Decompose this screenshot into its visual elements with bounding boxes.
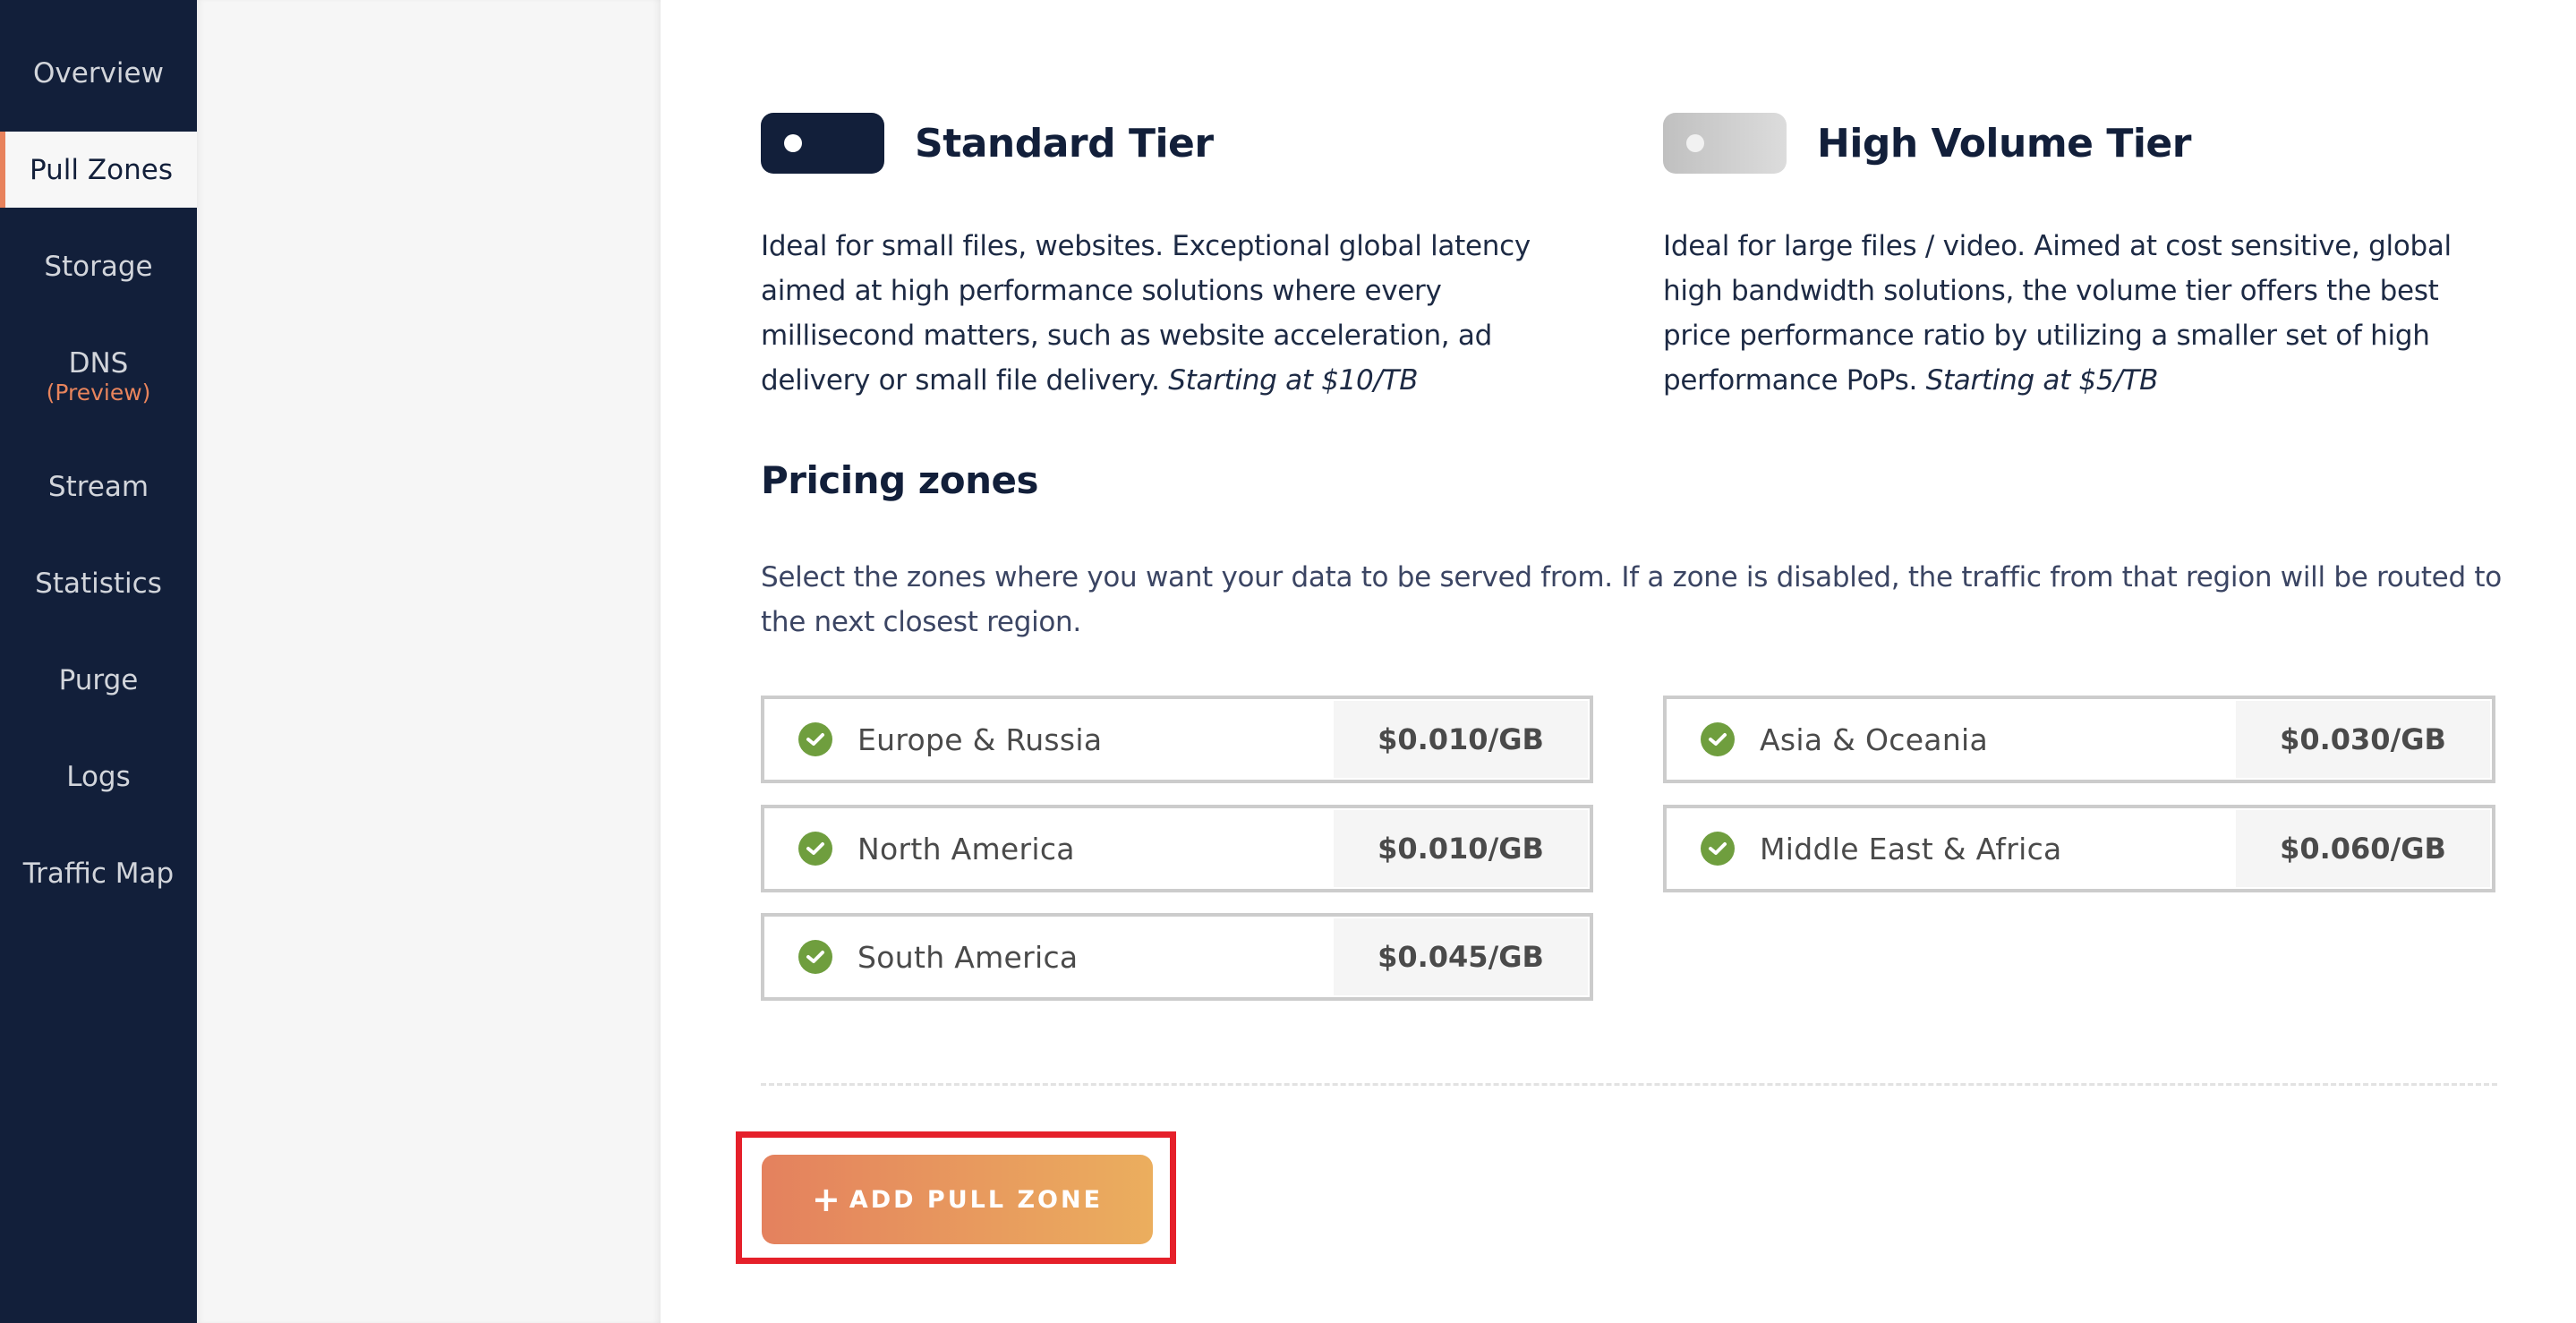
zone-asia-oceania[interactable]: Asia & Oceania $0.030/GB bbox=[1663, 696, 2495, 783]
sidebar-item-storage[interactable]: Storage bbox=[0, 229, 197, 304]
sidebar-item-purge[interactable]: Purge bbox=[0, 643, 197, 718]
sidebar-item-label: Purge bbox=[58, 664, 139, 696]
plus-icon: + bbox=[811, 1180, 840, 1219]
tier-description: Ideal for small files, websites. Excepti… bbox=[761, 230, 1531, 397]
zone-price: $0.060/GB bbox=[2236, 810, 2490, 887]
zone-name: North America bbox=[857, 831, 1075, 866]
sidebar-item-statistics[interactable]: Statistics bbox=[0, 546, 197, 621]
toggle-knob bbox=[1686, 134, 1704, 152]
side-panel bbox=[197, 0, 661, 1323]
add-pull-zone-label: ADD PULL ZONE bbox=[849, 1185, 1104, 1214]
sidebar-item-stream[interactable]: Stream bbox=[0, 449, 197, 525]
main-content: Standard Tier Ideal for small files, web… bbox=[661, 0, 2576, 1323]
tier-starting-price: Starting at $5/TB bbox=[1925, 364, 2159, 397]
sidebar-item-logs[interactable]: Logs bbox=[0, 739, 197, 815]
sidebar-nav: Overview Pull Zones Storage DNS (Preview… bbox=[0, 0, 197, 1323]
zone-middle-east-africa[interactable]: Middle East & Africa $0.060/GB bbox=[1663, 805, 2495, 892]
zone-south-america[interactable]: South America $0.045/GB bbox=[761, 913, 1593, 1001]
zone-name: South America bbox=[857, 939, 1079, 975]
zone-name: Asia & Oceania bbox=[1760, 721, 1989, 757]
check-circle-icon bbox=[798, 722, 832, 756]
sidebar-item-traffic-map[interactable]: Traffic Map bbox=[0, 836, 197, 911]
high-volume-tier-toggle[interactable] bbox=[1663, 113, 1787, 174]
check-circle-icon bbox=[798, 832, 832, 866]
tier-standard: Standard Tier Ideal for small files, web… bbox=[761, 113, 1598, 403]
zone-name: Europe & Russia bbox=[857, 721, 1103, 757]
tier-starting-price: Starting at $10/TB bbox=[1168, 364, 1419, 397]
zone-north-america[interactable]: North America $0.010/GB bbox=[761, 805, 1593, 892]
zone-price: $0.010/GB bbox=[1334, 701, 1588, 778]
sidebar-item-label: Statistics bbox=[35, 568, 162, 600]
sidebar-item-label: Traffic Map bbox=[22, 858, 175, 890]
pricing-zones-description: Select the zones where you want your dat… bbox=[761, 561, 2502, 638]
zone-name: Middle East & Africa bbox=[1760, 831, 2062, 866]
tier-description: Ideal for large files / video. Aimed at … bbox=[1663, 230, 2452, 397]
tier-high-volume: High Volume Tier Ideal for large files /… bbox=[1663, 113, 2500, 403]
sidebar-item-label: Pull Zones bbox=[30, 153, 173, 186]
sidebar-item-label: Stream bbox=[47, 471, 149, 503]
zone-price: $0.010/GB bbox=[1334, 810, 1588, 887]
check-circle-icon bbox=[1701, 832, 1735, 866]
sidebar-item-label: Storage bbox=[44, 251, 153, 283]
tier-title: High Volume Tier bbox=[1817, 120, 2191, 166]
section-divider bbox=[761, 1083, 2497, 1086]
sidebar-item-overview[interactable]: Overview bbox=[0, 36, 197, 111]
add-pull-zone-button[interactable]: + ADD PULL ZONE bbox=[762, 1155, 1153, 1244]
zone-europe-russia[interactable]: Europe & Russia $0.010/GB bbox=[761, 696, 1593, 783]
sidebar-item-dns[interactable]: DNS (Preview) bbox=[0, 338, 197, 414]
check-circle-icon bbox=[798, 940, 832, 974]
sidebar-item-label: Logs bbox=[66, 761, 131, 793]
tier-title: Standard Tier bbox=[915, 120, 1214, 166]
zone-price: $0.045/GB bbox=[1334, 918, 1588, 995]
pricing-zones-title: Pricing zones bbox=[761, 458, 1038, 502]
standard-tier-toggle[interactable] bbox=[761, 113, 884, 174]
check-circle-icon bbox=[1701, 722, 1735, 756]
sidebar-item-pull-zones[interactable]: Pull Zones bbox=[0, 132, 197, 208]
preview-badge: (Preview) bbox=[46, 380, 151, 405]
toggle-knob bbox=[784, 134, 802, 152]
zone-price: $0.030/GB bbox=[2236, 701, 2490, 778]
sidebar-item-label: DNS bbox=[68, 347, 129, 380]
sidebar-item-label: Overview bbox=[33, 57, 164, 90]
